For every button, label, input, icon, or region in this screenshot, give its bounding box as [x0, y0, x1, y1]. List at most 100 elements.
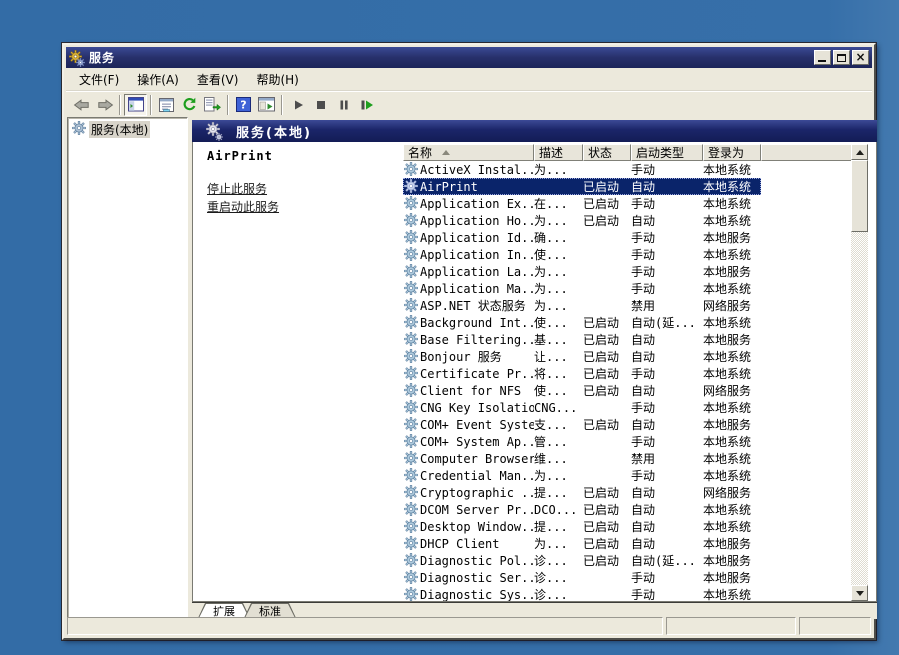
refresh-button[interactable] — [178, 94, 201, 116]
tab-extended[interactable]: 扩展 — [198, 603, 250, 618]
column-header-label: 启动类型 — [636, 144, 684, 161]
close-button[interactable]: × — [852, 50, 869, 65]
restart-icon — [359, 98, 374, 112]
menu-item-help[interactable]: 帮助(H) — [248, 68, 306, 91]
properties-button[interactable] — [155, 94, 178, 116]
service-row[interactable]: Background Int...使...已启动自动(延...本地系统 — [403, 314, 851, 331]
service-name-cell: DCOM Server Pr... — [420, 503, 534, 517]
tree-item-services-local[interactable]: 服务(本地) — [68, 118, 187, 140]
service-row[interactable]: Application Id...确...手动本地服务 — [403, 229, 851, 246]
title-bar[interactable]: 服务 × — [66, 47, 872, 68]
vertical-scrollbar[interactable] — [851, 144, 868, 601]
service-row[interactable]: ActiveX Instal...为...手动本地系统 — [403, 161, 851, 178]
service-startup-cell: 手动 — [631, 246, 703, 263]
minimize-button[interactable] — [814, 50, 831, 65]
service-description-cell: CNG... — [534, 401, 583, 415]
service-startup-cell: 自动 — [631, 178, 703, 195]
stop-service-link[interactable]: 停止此服务 — [207, 180, 403, 197]
details-header-title: 服务(本地) — [236, 122, 312, 141]
service-row[interactable]: DHCP Client为...已启动自动本地服务 — [403, 535, 851, 552]
menu-item-view[interactable]: 查看(V) — [189, 68, 247, 91]
forward-button[interactable] — [93, 94, 116, 116]
service-startup-cell: 手动 — [631, 263, 703, 280]
service-row[interactable]: Credential Man...为...手动本地系统 — [403, 467, 851, 484]
service-description-cell: 诊... — [534, 586, 583, 602]
show-console-tree-button[interactable] — [124, 94, 147, 116]
service-row[interactable]: Base Filtering...基...已启动自动本地服务 — [403, 331, 851, 348]
column-header-status[interactable]: 状态 — [583, 144, 631, 161]
service-name-cell: ASP.NET 状态服务 — [420, 297, 534, 314]
menu-item-file[interactable]: 文件(F) — [71, 68, 127, 91]
service-gear-icon — [404, 400, 420, 415]
service-name-cell: Diagnostic Pol... — [420, 554, 534, 568]
service-row[interactable]: COM+ System Ap...管...手动本地系统 — [403, 433, 851, 450]
scrollbar-thumb[interactable] — [851, 160, 868, 232]
pause-service-button[interactable] — [332, 94, 355, 116]
service-logon-cell: 本地服务 — [703, 569, 761, 586]
service-startup-cell: 手动 — [631, 569, 703, 586]
service-row[interactable]: Certificate Pr...将...已启动手动本地系统 — [403, 365, 851, 382]
service-row[interactable]: DCOM Server Pr...DCO...已启动自动本地系统 — [403, 501, 851, 518]
service-row[interactable]: AirPrint已启动自动本地系统 — [403, 178, 761, 195]
toolbar-separator — [227, 95, 229, 115]
column-header-startup[interactable]: 启动类型 — [631, 144, 703, 161]
export-list-button[interactable] — [201, 94, 224, 116]
console-tree-icon — [128, 97, 144, 112]
maximize-button[interactable] — [833, 50, 850, 65]
service-row[interactable]: Diagnostic Pol...诊...已启动自动(延...本地服务 — [403, 552, 851, 569]
service-startup-cell: 手动 — [631, 467, 703, 484]
service-gear-icon — [404, 196, 420, 211]
service-name-cell: Computer Browser — [420, 452, 534, 466]
service-row[interactable]: Diagnostic Ser...诊...手动本地服务 — [403, 569, 851, 586]
service-row[interactable]: Bonjour 服务让...已启动自动本地系统 — [403, 348, 851, 365]
service-logon-cell: 网络服务 — [703, 297, 761, 314]
service-row[interactable]: Desktop Window...提...已启动自动本地系统 — [403, 518, 851, 535]
column-header-logon[interactable]: 登录为 — [703, 144, 761, 161]
service-logon-cell: 本地系统 — [703, 586, 761, 602]
service-row[interactable]: Application Ma...为...手动本地系统 — [403, 280, 851, 297]
service-row[interactable]: Computer Browser维...禁用本地系统 — [403, 450, 851, 467]
service-row[interactable]: Application In...使...手动本地系统 — [403, 246, 851, 263]
service-row[interactable]: ASP.NET 状态服务为...禁用网络服务 — [403, 297, 851, 314]
status-panel — [666, 617, 796, 635]
properties-icon — [159, 98, 174, 112]
menu-item-action[interactable]: 操作(A) — [129, 68, 187, 91]
service-row[interactable]: Cryptographic ...提...已启动自动网络服务 — [403, 484, 851, 501]
column-header-description[interactable]: 描述 — [534, 144, 583, 161]
service-logon-cell: 本地系统 — [703, 467, 761, 484]
scroll-down-button[interactable] — [851, 585, 868, 601]
column-header-label: 描述 — [539, 144, 563, 161]
service-row[interactable]: Application Ho...为...已启动自动本地系统 — [403, 212, 851, 229]
service-status-cell: 已启动 — [583, 484, 631, 501]
help-button[interactable]: ? — [232, 94, 255, 116]
extended-view-button[interactable] — [255, 94, 278, 116]
details-content: AirPrint 停止此服务 重启动此服务 名称描述状态启动类型登录为 Acti… — [192, 142, 877, 602]
service-row[interactable]: Application La...为...手动本地服务 — [403, 263, 851, 280]
service-name-cell: Base Filtering... — [420, 333, 534, 347]
arrow-down-icon — [856, 591, 864, 596]
start-service-button[interactable] — [286, 94, 309, 116]
service-startup-cell: 手动 — [631, 195, 703, 212]
service-row[interactable]: Client for NFS使...已启动自动网络服务 — [403, 382, 851, 399]
tab-standard[interactable]: 标准 — [244, 603, 296, 618]
service-description-cell: 为... — [534, 297, 583, 314]
service-logon-cell: 本地系统 — [703, 246, 761, 263]
service-logon-cell: 网络服务 — [703, 382, 761, 399]
service-row[interactable]: CNG Key IsolationCNG...手动本地系统 — [403, 399, 851, 416]
window-title: 服务 — [89, 49, 814, 66]
restart-service-button[interactable] — [355, 94, 378, 116]
restart-service-link[interactable]: 重启动此服务 — [207, 198, 403, 215]
column-header-name[interactable]: 名称 — [403, 144, 534, 161]
stop-service-button[interactable] — [309, 94, 332, 116]
service-gear-icon — [404, 553, 420, 568]
service-row[interactable]: Application Ex...在...已启动手动本地系统 — [403, 195, 851, 212]
service-row[interactable]: Diagnostic Sys...诊...手动本地系统 — [403, 586, 851, 602]
service-row[interactable]: COM+ Event System支...已启动自动本地服务 — [403, 416, 851, 433]
stop-icon — [314, 98, 328, 112]
service-description-cell: 基... — [534, 331, 583, 348]
service-name-cell: COM+ Event System — [420, 418, 534, 432]
scroll-up-button[interactable] — [851, 144, 868, 160]
service-gear-icon — [404, 281, 420, 296]
service-description-cell: 为... — [534, 263, 583, 280]
back-button[interactable] — [70, 94, 93, 116]
